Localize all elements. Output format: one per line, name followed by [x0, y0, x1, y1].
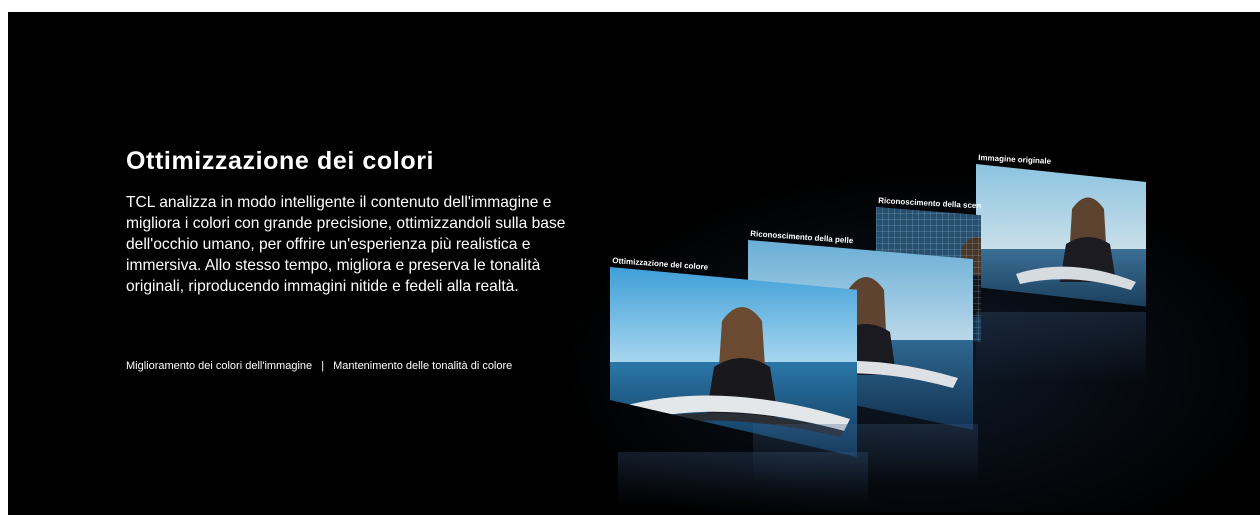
feature-item-color-enhancement: Miglioramento dei colori dell'immagine: [126, 360, 313, 372]
feature-banner: Ottimizzazione dei colori TCL analizza i…: [8, 12, 1260, 515]
feature-list: Miglioramento dei colori dell'immagine |…: [126, 360, 512, 372]
feature-description: TCL analizza in modo intelligente il con…: [126, 194, 566, 295]
feature-item-tone-preservation: Mantenimento delle tonalità di colore: [333, 360, 513, 372]
page: Ottimizzazione dei colori TCL analizza i…: [0, 0, 1260, 515]
floor-reflection: [753, 424, 978, 484]
feature-separator: |: [321, 360, 325, 372]
panel-original-image: Immagine originale: [976, 153, 1146, 314]
surfer-image: [976, 164, 1146, 307]
feature-heading: Ottimizzazione dei colori: [126, 147, 435, 175]
floor-reflection: [976, 312, 1146, 382]
